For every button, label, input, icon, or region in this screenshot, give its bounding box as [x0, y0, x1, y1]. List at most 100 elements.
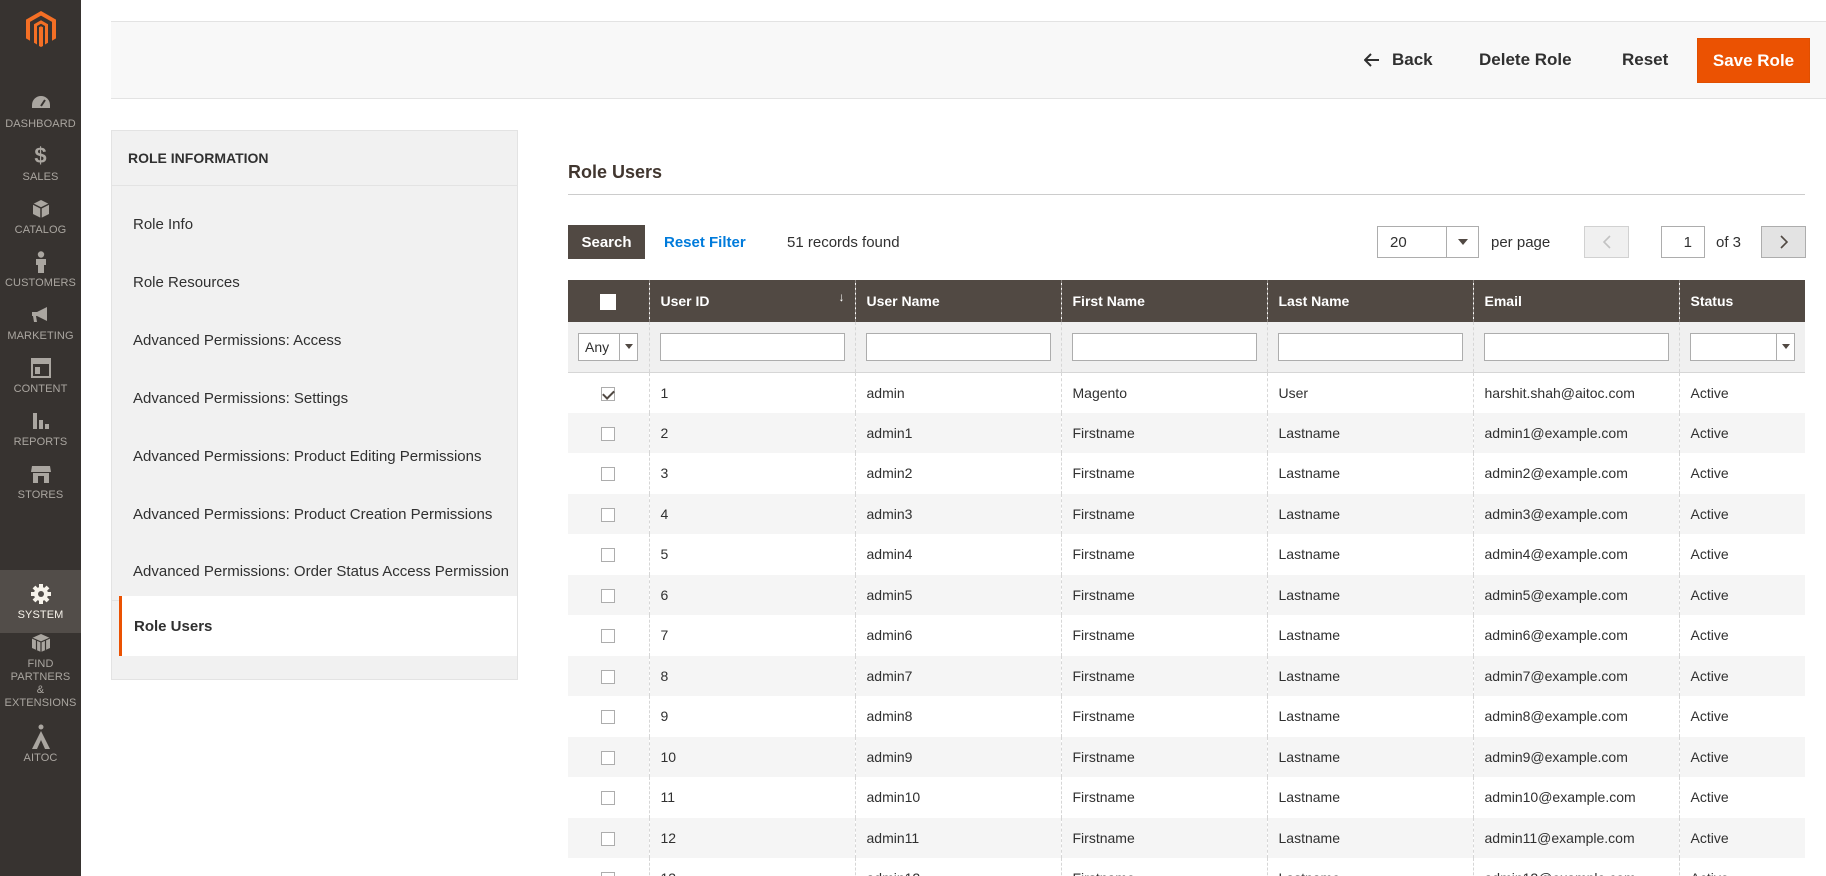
- table-row[interactable]: 1 admin Magento User harshit.shah@aitoc.com A…: [568, 372, 1805, 413]
- table-row[interactable]: 6 admin5 Firstname Lastname admin5@example.c…: [568, 574, 1805, 615]
- status-cell: Active: [1678, 615, 1805, 656]
- table-row[interactable]: 4 admin3 Firstname Lastname admin3@example.c…: [568, 493, 1805, 534]
- user-id-cell: 9: [648, 696, 855, 737]
- tab-adv-settings[interactable]: Advanced Permissions: Settings: [112, 369, 517, 427]
- column-header-status[interactable]: Status: [1678, 280, 1805, 322]
- filter-cell: [1266, 322, 1473, 373]
- tab-label: Role Info: [133, 215, 194, 233]
- row-checkbox[interactable]: [601, 426, 616, 441]
- row-checkbox[interactable]: [601, 507, 616, 522]
- select-cell: [568, 534, 649, 575]
- filter-cell: [1060, 322, 1267, 373]
- column-header-email[interactable]: Email: [1472, 280, 1679, 322]
- admin-main-nav: DASHBOARD $ SALES CATALOG CUSTOMERS MARK…: [0, 0, 81, 876]
- reset-button[interactable]: Reset: [1622, 22, 1668, 98]
- email-cell: admin12@example.com: [1472, 858, 1679, 876]
- aitoc-logo-icon: [29, 724, 53, 749]
- table-row[interactable]: 7 admin6 Firstname Lastname admin6@example.c…: [568, 615, 1805, 656]
- search-button[interactable]: Search: [568, 225, 645, 259]
- column-header-user-name[interactable]: User Name: [854, 280, 1061, 322]
- row-checkbox[interactable]: [601, 669, 616, 684]
- per-page-select[interactable]: 20: [1377, 226, 1479, 258]
- tab-role-info[interactable]: Role Info: [112, 195, 517, 253]
- row-checkbox[interactable]: [601, 831, 616, 846]
- nav-item-system[interactable]: SYSTEM: [0, 570, 81, 633]
- column-header-first-name[interactable]: First Name: [1060, 280, 1267, 322]
- select-all-checkbox[interactable]: [600, 293, 617, 310]
- status-cell: Active: [1678, 574, 1805, 615]
- user-name-cell: admin8: [854, 696, 1061, 737]
- status-cell: Active: [1678, 372, 1805, 413]
- back-button[interactable]: Back: [1364, 22, 1433, 98]
- tab-adv-order-status[interactable]: Advanced Permissions: Order Status Acces…: [112, 543, 517, 601]
- table-row[interactable]: 3 admin2 Firstname Lastname admin2@example.c…: [568, 453, 1805, 494]
- last-name-filter-input[interactable]: [1277, 332, 1463, 361]
- table-row[interactable]: 11 admin10 Firstname Lastname admin10@exampl…: [568, 777, 1805, 818]
- first-name-cell: Magento: [1060, 372, 1267, 413]
- email-cell: admin5@example.com: [1472, 574, 1679, 615]
- tab-label: Advanced Permissions: Product Creation P…: [133, 505, 493, 523]
- tab-adv-product-editing[interactable]: Advanced Permissions: Product Editing Pe…: [112, 427, 517, 485]
- page-number-input[interactable]: [1661, 226, 1705, 258]
- nav-item-aitoc[interactable]: AITOC: [0, 713, 81, 776]
- status-filter-select[interactable]: [1689, 332, 1795, 361]
- last-name-cell: Lastname: [1266, 736, 1473, 777]
- status-cell: Active: [1678, 858, 1805, 876]
- previous-page-button[interactable]: [1584, 226, 1629, 258]
- row-checkbox[interactable]: [601, 791, 616, 806]
- row-checkbox[interactable]: [601, 548, 616, 563]
- column-header-last-name[interactable]: Last Name: [1266, 280, 1473, 322]
- table-row[interactable]: 9 admin8 Firstname Lastname admin8@example.c…: [568, 696, 1805, 737]
- row-checkbox[interactable]: [601, 750, 616, 765]
- table-row[interactable]: 2 admin1 Firstname Lastname admin1@example.c…: [568, 412, 1805, 453]
- status-cell: Active: [1678, 777, 1805, 818]
- nav-item-stores[interactable]: STORES: [0, 450, 81, 513]
- tab-adv-product-creation[interactable]: Advanced Permissions: Product Creation P…: [112, 485, 517, 543]
- user-name-filter-input[interactable]: [865, 332, 1051, 361]
- tab-adv-access[interactable]: Advanced Permissions: Access: [112, 311, 517, 369]
- page-actions-bar: Back Delete Role Reset Save Role: [111, 21, 1826, 99]
- first-name-filter-input[interactable]: [1071, 332, 1257, 361]
- table-row[interactable]: 13admin12FirstnameLastnameadmin12@exampl…: [568, 858, 1805, 876]
- nav-item-find-partners[interactable]: FIND PARTNERS & EXTENSIONS: [0, 633, 81, 709]
- user-id-cell: 3: [648, 453, 855, 494]
- select-cell: [568, 817, 649, 858]
- next-page-button[interactable]: [1761, 226, 1806, 258]
- in-role-filter-select[interactable]: Any: [578, 332, 638, 361]
- column-header-user-id[interactable]: User ID ↓: [648, 280, 855, 322]
- row-checkbox[interactable]: [601, 629, 616, 644]
- table-row[interactable]: 10 admin9 Firstname Lastname admin9@example.…: [568, 736, 1805, 777]
- user-name-cell: admin11: [854, 817, 1061, 858]
- tab-role-users[interactable]: Role Users: [119, 596, 517, 656]
- last-name-cell: Lastname: [1266, 574, 1473, 615]
- row-checkbox[interactable]: [601, 386, 616, 401]
- row-checkbox[interactable]: [601, 710, 616, 725]
- email-cell: admin9@example.com: [1472, 736, 1679, 777]
- row-checkbox[interactable]: [601, 872, 616, 876]
- column-label: User ID: [660, 293, 710, 309]
- user-name-cell: admin10: [854, 777, 1061, 818]
- user-id-cell: 1: [648, 372, 855, 413]
- chevron-down-icon: [1446, 227, 1478, 257]
- user-id-filter-input[interactable]: [659, 332, 845, 361]
- chevron-right-icon: [1779, 235, 1788, 249]
- email-filter-input[interactable]: [1483, 332, 1669, 361]
- save-role-button[interactable]: Save Role: [1697, 38, 1810, 83]
- delete-role-button[interactable]: Delete Role: [1479, 22, 1572, 98]
- select-cell: [568, 777, 649, 818]
- reset-filter-link[interactable]: Reset Filter: [664, 225, 746, 259]
- row-checkbox[interactable]: [601, 588, 616, 603]
- tab-role-resources[interactable]: Role Resources: [112, 253, 517, 311]
- grid-body: 1 admin Magento User harshit.shah@aitoc.com A…: [568, 372, 1805, 876]
- user-id-cell: 8: [648, 655, 855, 696]
- magento-logo-icon[interactable]: [0, 0, 81, 58]
- table-row[interactable]: 12 admin11 Firstname Lastname admin11@exampl…: [568, 817, 1805, 858]
- email-cell: admin2@example.com: [1472, 453, 1679, 494]
- table-row[interactable]: 8 admin7 Firstname Lastname admin7@example.c…: [568, 655, 1805, 696]
- table-row[interactable]: 5 admin4 Firstname Lastname admin4@example.c…: [568, 534, 1805, 575]
- email-cell: admin6@example.com: [1472, 615, 1679, 656]
- last-name-cell: Lastname: [1266, 696, 1473, 737]
- row-checkbox[interactable]: [601, 467, 616, 482]
- person-icon: [29, 250, 53, 274]
- first-name-cell: Firstname: [1060, 615, 1267, 656]
